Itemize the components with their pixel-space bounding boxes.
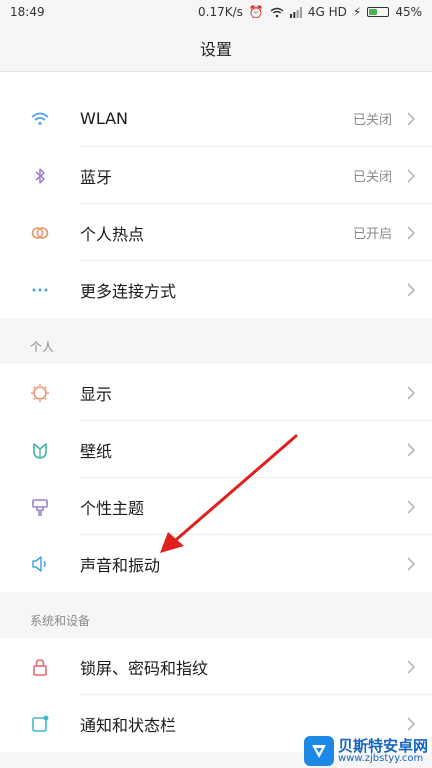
watermark-logo-icon bbox=[303, 736, 334, 766]
chevron-right-icon bbox=[406, 442, 432, 458]
status-bar: 18:49 0.17K/s ⏰ 4G HD ⚡ 45% bbox=[0, 0, 432, 24]
wallpaper-icon bbox=[0, 440, 80, 460]
bluetooth-icon bbox=[0, 166, 80, 186]
settings-row-connectivity-0[interactable]: WLAN 已关闭 bbox=[0, 90, 432, 147]
settings-row-connectivity-3[interactable]: 更多连接方式 bbox=[0, 261, 432, 318]
settings-row-label: 蓝牙 bbox=[80, 167, 113, 187]
settings-row-label: 通知和状态栏 bbox=[80, 715, 177, 735]
theme-brush-icon bbox=[0, 497, 80, 517]
settings-row-personal-3[interactable]: 声音和振动 bbox=[0, 535, 432, 592]
chevron-right-icon bbox=[406, 111, 432, 127]
battery-percent: 45% bbox=[395, 5, 422, 19]
settings-row-label: 声音和振动 bbox=[80, 555, 161, 575]
settings-row-label: WLAN bbox=[80, 109, 129, 128]
notification-icon bbox=[0, 714, 80, 734]
chevron-right-icon bbox=[406, 659, 432, 675]
speaker-icon bbox=[0, 554, 80, 574]
signal-icon bbox=[289, 6, 302, 18]
section-title: 系统和设备 bbox=[30, 613, 91, 628]
settings-row-value: 已关闭 bbox=[352, 170, 392, 185]
hotspot-icon bbox=[0, 223, 80, 243]
chevron-right-icon bbox=[406, 168, 432, 184]
wifi-status-icon bbox=[270, 7, 284, 17]
status-time: 18:49 bbox=[10, 5, 45, 19]
settings-row-value: 已关闭 bbox=[352, 113, 392, 128]
settings-row-connectivity-2[interactable]: 个人热点 已开启 bbox=[0, 204, 432, 261]
chevron-right-icon bbox=[406, 225, 432, 241]
settings-row-personal-0[interactable]: 显示 bbox=[0, 364, 432, 421]
settings-row-label: 壁纸 bbox=[80, 441, 113, 461]
page-title-bar: 设置 bbox=[0, 24, 432, 72]
charging-icon: ⚡ bbox=[352, 5, 362, 19]
settings-row-personal-1[interactable]: 壁纸 bbox=[0, 421, 432, 478]
watermark-url: www.zjbstyy.com bbox=[337, 752, 424, 764]
lock-icon bbox=[0, 657, 80, 677]
connectivity-group: WLAN 已关闭 蓝牙 已关闭 个人热点 已开启 更多连接方式 bbox=[0, 90, 432, 318]
section-header-personal: 个人 bbox=[0, 328, 432, 364]
watermark: 贝斯特安卓网 www.zjbstyy.com bbox=[303, 736, 428, 766]
chevron-right-icon bbox=[406, 499, 432, 515]
section-header-system: 系统和设备 bbox=[0, 602, 432, 638]
alarm-icon: ⏰ bbox=[248, 5, 264, 19]
top-spacer bbox=[0, 72, 432, 90]
status-right: 0.17K/s ⏰ 4G HD ⚡ 45% bbox=[198, 5, 422, 19]
page-title: 设置 bbox=[199, 39, 232, 59]
chevron-right-icon bbox=[406, 716, 432, 732]
settings-row-label: 显示 bbox=[80, 384, 113, 404]
settings-row-value: 已开启 bbox=[352, 227, 392, 242]
section-title: 个人 bbox=[30, 339, 55, 354]
chevron-right-icon bbox=[406, 556, 432, 572]
battery-icon bbox=[367, 7, 390, 17]
more-dots-icon bbox=[0, 280, 80, 300]
personal-group: 显示壁纸个性主题声音和振动 bbox=[0, 364, 432, 592]
wifi-icon bbox=[0, 109, 80, 129]
sun-icon bbox=[0, 383, 80, 403]
settings-row-label: 个人热点 bbox=[80, 224, 145, 244]
watermark-title: 贝斯特安卓网 bbox=[337, 736, 428, 755]
network-speed: 0.17K/s bbox=[198, 5, 243, 19]
settings-row-label: 锁屏、密码和指纹 bbox=[80, 658, 209, 678]
settings-row-label: 个性主题 bbox=[80, 498, 145, 518]
settings-row-system-0[interactable]: 锁屏、密码和指纹 bbox=[0, 638, 432, 695]
settings-row-label: 更多连接方式 bbox=[80, 281, 177, 301]
chevron-right-icon bbox=[406, 282, 432, 298]
settings-row-connectivity-1[interactable]: 蓝牙 已关闭 bbox=[0, 147, 432, 204]
network-type: 4G HD bbox=[307, 5, 347, 19]
chevron-right-icon bbox=[406, 385, 432, 401]
system-group: 锁屏、密码和指纹 通知和状态栏 bbox=[0, 638, 432, 752]
settings-row-personal-2[interactable]: 个性主题 bbox=[0, 478, 432, 535]
